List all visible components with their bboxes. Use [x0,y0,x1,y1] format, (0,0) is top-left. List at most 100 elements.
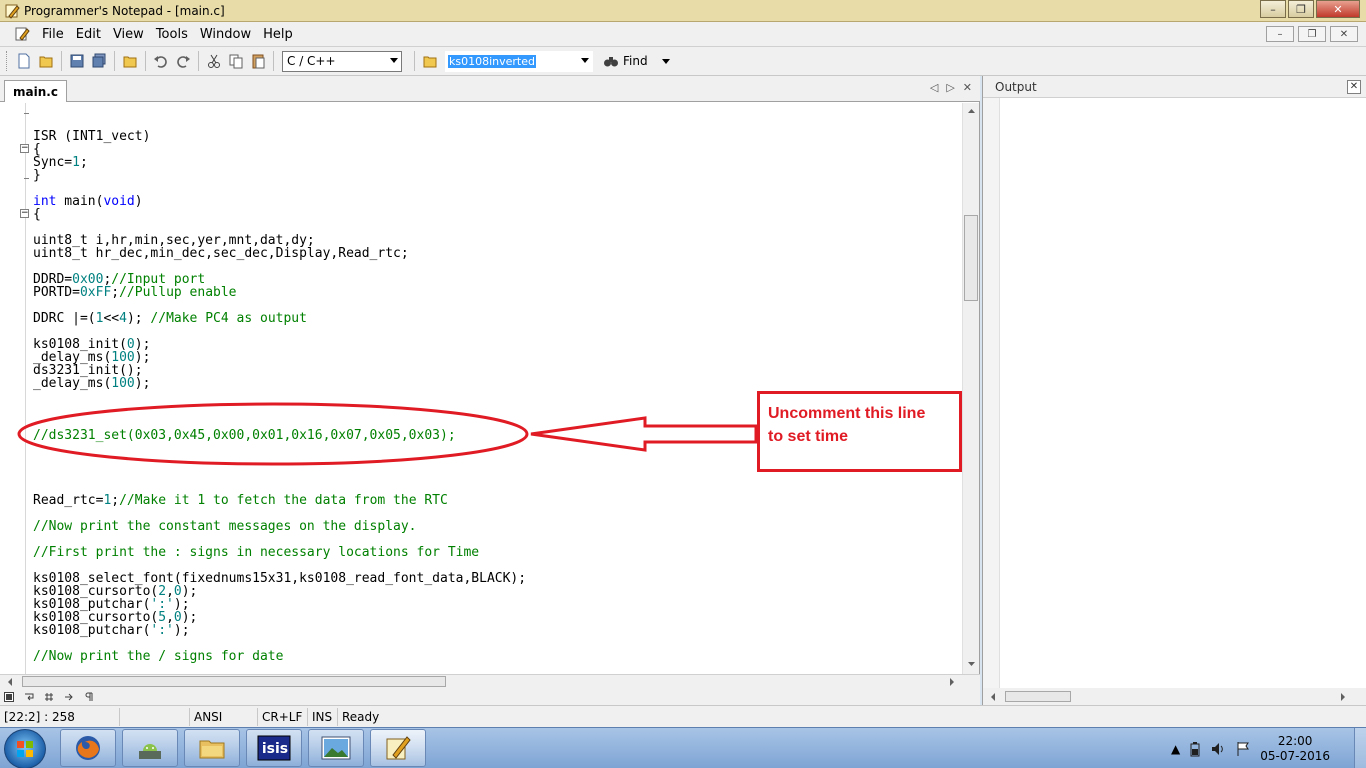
scroll-left-icon[interactable] [4,676,16,688]
menu-file[interactable]: File [36,27,70,42]
callout-line-2: to set time [768,428,849,445]
save-icon [70,54,84,68]
highlight-ellipse [17,402,529,466]
taskbar-android-studio[interactable] [122,729,178,767]
action-center-flag-icon[interactable] [1236,741,1250,757]
tab-close-icon[interactable]: ✕ [963,81,972,94]
scroll-left-icon[interactable] [987,691,999,703]
menu-window[interactable]: Window [194,27,257,42]
document-menu-icon[interactable] [14,26,30,42]
taskbar: isis ▲ 22:00 05-07-2016 [0,727,1366,768]
save-button[interactable] [66,50,88,72]
clock[interactable]: 22:00 05-07-2016 [1260,734,1330,764]
annotation-overlay [17,402,758,466]
title-bar: Programmer's Notepad - [main.c] – ❐ ✕ [0,0,1366,22]
firefox-icon [76,736,100,760]
scheme-select[interactable]: C / C++ [282,50,402,72]
menu-help[interactable]: Help [257,27,299,42]
find-in-files-button[interactable] [419,50,441,72]
whitespace-icon[interactable] [44,692,54,702]
status-position: [22:2] : 258 [0,707,120,726]
status-state: Ready [342,709,380,724]
toolbar-grip[interactable] [6,51,9,71]
start-button[interactable] [4,729,46,768]
minimize-button[interactable]: – [1260,0,1286,18]
system-tray: ▲ 22:00 05-07-2016 [1171,728,1366,768]
battery-icon[interactable] [1190,741,1200,757]
find-dropdown-icon[interactable] [661,58,670,64]
mdi-close-button[interactable]: ✕ [1330,26,1358,42]
windows-logo-icon [17,741,33,757]
word-wrap-icon[interactable] [24,692,34,702]
menu-bar: File Edit View Tools Window Help – ❐ ✕ [0,22,1366,47]
save-all-icon [92,53,106,68]
folder-icon [123,56,137,68]
mdi-restore-button[interactable]: ❐ [1298,26,1326,42]
cut-button[interactable] [203,50,225,72]
vertical-scrollbar[interactable] [962,103,979,674]
scissors-icon [208,54,220,68]
line-ending-icon[interactable] [84,692,94,702]
scroll-right-icon[interactable] [1337,691,1349,703]
close-button[interactable]: ✕ [1316,0,1360,18]
open-project-button[interactable] [119,50,141,72]
isis-label: isis [261,741,289,757]
show-desktop-button[interactable] [1354,728,1366,768]
tab-prev-icon[interactable]: ◁ [930,81,938,94]
vertical-scroll-thumb[interactable] [964,215,978,301]
scroll-up-icon[interactable] [964,105,979,117]
redo-icon [177,56,190,68]
taskbar-file-explorer[interactable] [184,729,240,767]
output-header: Output ✕ [983,76,1366,98]
volume-icon[interactable] [1210,741,1226,757]
binoculars-icon [604,57,618,67]
output-close-button[interactable]: ✕ [1347,80,1361,94]
new-file-icon [18,53,30,69]
clock-time: 22:00 [1277,733,1313,748]
menu-edit[interactable]: Edit [70,27,107,42]
tab-arrow-icon[interactable] [64,692,74,702]
status-mode: INS [308,707,338,726]
window-title: Programmer's Notepad - [main.c] [24,3,225,18]
taskbar-isis[interactable]: isis [246,729,302,767]
picture-viewer-icon [321,736,351,760]
paste-button[interactable] [247,50,269,72]
redo-button[interactable] [172,50,194,72]
search-input-value: ks0108inverted [448,54,536,68]
scroll-right-icon[interactable] [946,676,958,688]
clock-date: 05-07-2016 [1260,748,1330,763]
find-button[interactable]: Find [603,53,648,69]
file-explorer-icon [199,740,225,759]
mdi-minimize-button[interactable]: – [1266,26,1294,42]
clipboard-icon [252,54,265,69]
horizontal-scrollbar[interactable] [0,674,980,688]
maximize-button[interactable]: ❐ [1288,0,1314,18]
tab-next-icon[interactable]: ▷ [946,81,954,94]
tab-main-c[interactable]: main.c [4,80,67,102]
new-file-button[interactable] [13,50,35,72]
output-text-area[interactable] [999,98,1366,688]
callout-line-1: Uncomment this line [768,405,926,422]
copy-button[interactable] [225,50,247,72]
horizontal-scroll-thumb[interactable] [22,676,446,687]
taskbar-picture-viewer[interactable] [308,729,364,767]
chevron-down-icon [390,57,398,63]
taskbar-programmers-notepad[interactable] [370,729,426,767]
output-panel: Output ✕ [982,76,1366,705]
undo-button[interactable] [150,50,172,72]
output-title: Output [995,79,1037,94]
editor-panel: main.c ◁ ▷ ✕ − − ISR (INT1_vect){Sync=1;… [0,76,980,705]
open-file-button[interactable] [35,50,57,72]
scroll-down-icon[interactable] [964,658,979,670]
search-input[interactable]: ks0108inverted [445,50,593,72]
view-mode-icon[interactable] [4,691,14,702]
code-editor[interactable]: − − ISR (INT1_vect){Sync=1;} int main(voi… [0,103,962,674]
tray-expand-icon[interactable]: ▲ [1171,742,1180,756]
find-label: Find [623,54,648,68]
menu-view[interactable]: View [107,27,150,42]
menu-tools[interactable]: Tools [150,27,194,42]
save-all-button[interactable] [88,50,110,72]
output-scroll-thumb[interactable] [1005,691,1071,702]
output-horizontal-scrollbar[interactable] [983,688,1366,705]
taskbar-firefox[interactable] [60,729,116,767]
